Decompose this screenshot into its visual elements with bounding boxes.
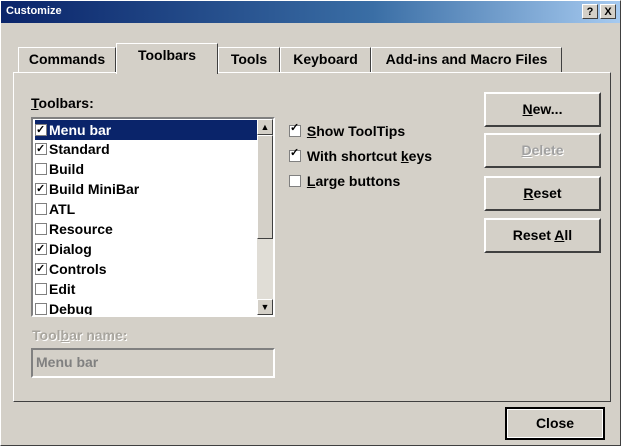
list-item-standard[interactable]: ✓ Standard: [35, 139, 257, 159]
checkbox[interactable]: [35, 223, 47, 235]
close-icon: X: [604, 6, 612, 18]
reset-button[interactable]: Reset: [484, 176, 601, 211]
list-item-build[interactable]: Build: [35, 159, 257, 179]
tab-label: Toolbars: [137, 47, 197, 63]
list-item-debug[interactable]: Debug: [35, 299, 257, 315]
show-tooltips-option[interactable]: ✓ Show ToolTips: [289, 122, 405, 139]
checkbox[interactable]: [35, 283, 47, 295]
help-button[interactable]: ?: [582, 4, 598, 19]
shortcut-keys-checkbox[interactable]: ✓: [289, 147, 301, 162]
toolbar-name-value: Menu bar: [36, 354, 99, 370]
tab-label: Add-ins and Macro Files: [385, 51, 548, 67]
checkbox[interactable]: [35, 303, 47, 315]
toolbar-name-label: Toolbar name:: [32, 327, 128, 343]
large-buttons-checkbox[interactable]: [289, 175, 301, 187]
delete-button: Delete: [484, 133, 601, 168]
tab-label: Commands: [28, 51, 106, 67]
close-window-button[interactable]: X: [600, 4, 616, 19]
window-title: Customize: [6, 5, 62, 17]
tab-keyboard[interactable]: Keyboard: [280, 47, 371, 73]
tab-label: Tools: [230, 51, 268, 67]
scroll-down-icon[interactable]: ▼: [257, 299, 273, 315]
list-item-build-minibar[interactable]: ✓ Build MiniBar: [35, 179, 257, 199]
toolbar-name-field: Menu bar: [31, 348, 275, 378]
scroll-thumb[interactable]: [257, 135, 273, 239]
checkbox[interactable]: ✓: [35, 143, 47, 155]
checkbox[interactable]: ✓: [35, 124, 47, 136]
vertical-scrollbar[interactable]: ▲ ▼: [257, 119, 273, 315]
customize-dialog: Customize ? X Commands Toolbars Tools Ke…: [0, 0, 621, 446]
shortcut-keys-option[interactable]: ✓ With shortcut keys: [289, 147, 432, 164]
checkbox[interactable]: [35, 163, 47, 175]
checkbox[interactable]: ✓: [35, 243, 47, 255]
tab-label: Keyboard: [293, 51, 358, 67]
tab-toolbars[interactable]: Toolbars: [116, 43, 218, 74]
large-buttons-option[interactable]: Large buttons: [289, 173, 400, 189]
list-item-edit[interactable]: Edit: [35, 279, 257, 299]
tab-addins-macro-files[interactable]: Add-ins and Macro Files: [371, 47, 562, 73]
close-button[interactable]: Close: [505, 407, 605, 440]
toolbars-list[interactable]: ✓ Menu bar ✓ Standard Build ✓ Build MiniBar…: [31, 117, 275, 317]
title-bar[interactable]: Customize ? X: [1, 1, 620, 23]
checkbox[interactable]: ✓: [35, 183, 47, 195]
list-item-resource[interactable]: Resource: [35, 219, 257, 239]
list-item-atl[interactable]: ATL: [35, 199, 257, 219]
checkbox[interactable]: [35, 203, 47, 215]
tab-commands[interactable]: Commands: [18, 47, 116, 73]
scroll-up-icon[interactable]: ▲: [257, 119, 273, 135]
help-icon: ?: [586, 6, 594, 18]
list-item-menu-bar[interactable]: ✓ Menu bar: [35, 120, 257, 140]
close-button-label: Close: [535, 415, 575, 431]
checkbox[interactable]: ✓: [35, 263, 47, 275]
toolbars-label: Toolbars:: [31, 95, 94, 111]
list-item-dialog[interactable]: ✓ Dialog: [35, 239, 257, 259]
list-item-controls[interactable]: ✓ Controls: [35, 259, 257, 279]
new-button[interactable]: New...: [484, 92, 601, 127]
reset-all-button[interactable]: Reset All: [484, 218, 601, 253]
show-tooltips-checkbox[interactable]: ✓: [289, 122, 301, 137]
tab-tools[interactable]: Tools: [218, 47, 280, 73]
